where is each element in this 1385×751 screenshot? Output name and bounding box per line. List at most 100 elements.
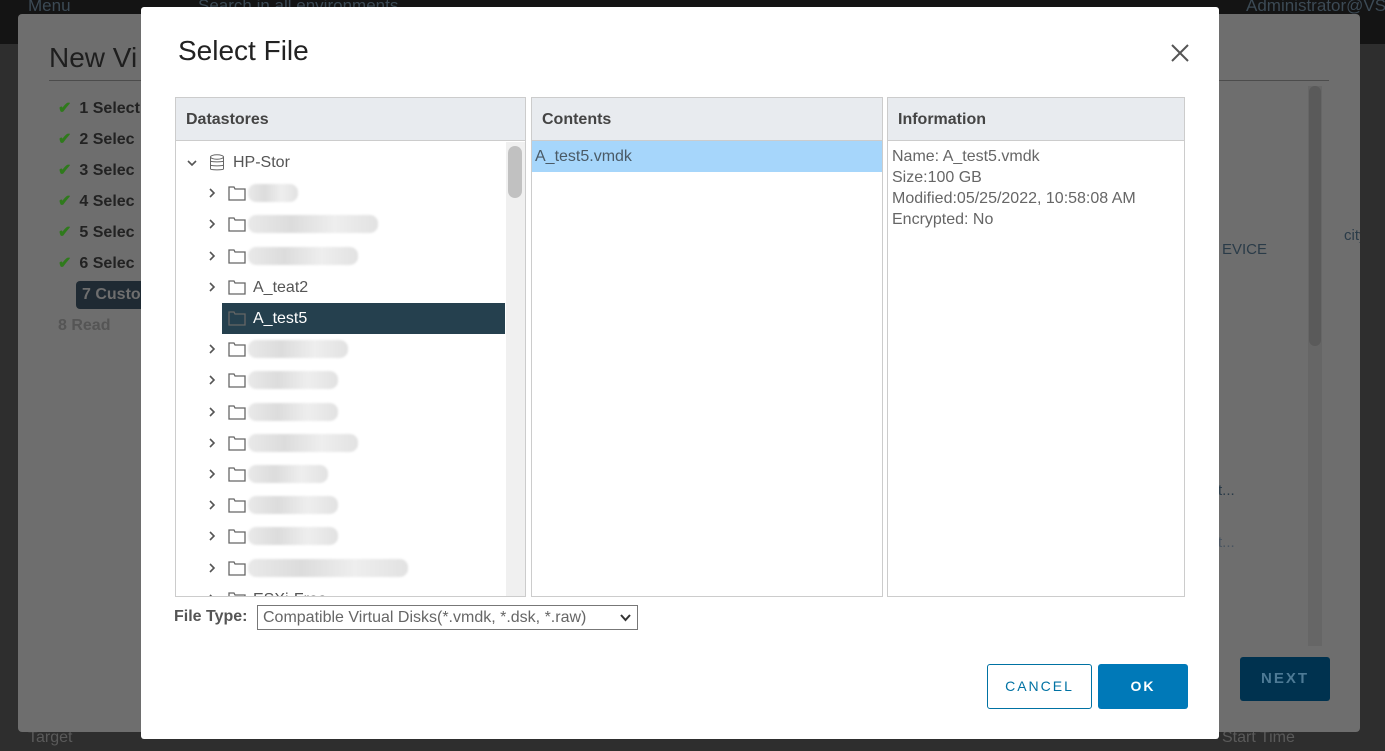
info-modified: Modified:05/25/2022, 10:58:08 AM (892, 190, 1136, 207)
folder-icon (228, 311, 246, 326)
dialog-title: Select File (178, 35, 309, 66)
tree-item-folder[interactable] (209, 241, 505, 272)
wizard-step[interactable]: ✔ 5 Selec (58, 219, 135, 247)
redacted-name (248, 402, 338, 421)
redacted-name (248, 496, 338, 515)
datastore-name: HP-Stor (233, 154, 290, 171)
datastores-scrollbar[interactable] (506, 142, 525, 596)
folder-icon (228, 280, 246, 295)
info-size: Size:100 GB (892, 169, 982, 186)
tree-item-folder[interactable]: A_test5 (222, 303, 505, 334)
step-label: 6 Selec (79, 255, 135, 272)
tree-item-folder[interactable] (209, 334, 505, 365)
wizard-title: New Vi (49, 42, 138, 73)
wizard-step[interactable]: ✔ 6 Selec (58, 250, 135, 278)
chevron-right-icon[interactable] (207, 219, 217, 229)
redacted-name (248, 184, 298, 203)
chevron-right-icon[interactable] (207, 563, 217, 573)
capacity-header: city (1344, 227, 1360, 244)
folder-icon (228, 467, 246, 482)
check-icon: ✔ (58, 131, 72, 148)
add-device-link[interactable]: EVICE (1222, 241, 1267, 258)
folder-icon (228, 342, 246, 357)
folder-icon (228, 560, 246, 576)
wizard-step[interactable]: ✔ 2 Selec (58, 126, 135, 154)
check-icon: ✔ (58, 255, 72, 272)
info-name: Name: A_test5.vmdk (892, 148, 1040, 165)
cancel-button[interactable]: CANCEL (987, 664, 1092, 709)
tree-item-folder[interactable] (209, 365, 505, 396)
information-pane: Information Name: A_test5.vmdk Size:100 … (887, 97, 1185, 597)
truncated-text: t... (1218, 534, 1235, 551)
folder-icon (228, 217, 246, 233)
folder-icon (228, 436, 246, 451)
chevron-right-icon[interactable] (207, 469, 217, 479)
tree-item-folder[interactable] (209, 397, 505, 428)
chevron-right-icon[interactable] (207, 438, 217, 448)
contents-header: Contents (532, 98, 882, 141)
tree-item-folder[interactable] (209, 178, 505, 209)
check-icon: ✔ (58, 224, 72, 241)
chevron-right-icon[interactable] (207, 282, 217, 292)
step-label: 1 Select (79, 100, 140, 117)
tree-item-root[interactable]: HP-Stor (176, 147, 506, 178)
datastores-pane: Datastores HP-Stor A_teat2 A_test5 ESXi-Fre… (175, 97, 526, 597)
file-item[interactable]: A_test5.vmdk (532, 141, 882, 172)
chevron-right-icon[interactable] (207, 375, 217, 385)
wizard-step[interactable]: ✔ 3 Selec (58, 157, 135, 185)
step-label: 5 Selec (79, 224, 135, 241)
redacted-name (248, 558, 408, 577)
datastores-header: Datastores (176, 98, 525, 141)
chevron-right-icon[interactable] (207, 594, 217, 597)
file-type-value: Compatible Virtual Disks(*.vmdk, *.dsk, … (263, 609, 587, 626)
file-type-select[interactable]: Compatible Virtual Disks(*.vmdk, *.dsk, … (257, 605, 638, 630)
folder-icon (228, 248, 246, 264)
chevron-right-icon[interactable] (207, 500, 217, 510)
check-icon: ✔ (58, 100, 72, 117)
folder-name: A_teat2 (253, 278, 309, 296)
contents-pane: Contents A_test5.vmdk (531, 97, 883, 597)
step-label: 2 Selec (79, 131, 135, 148)
chevron-right-icon[interactable] (207, 251, 217, 261)
wizard-step[interactable]: ✔ 4 Selec (58, 188, 135, 216)
redacted-name (248, 433, 358, 452)
redacted-name (248, 340, 348, 359)
tree-item-folder[interactable]: A_teat2 (209, 272, 505, 303)
folder-icon (228, 186, 246, 201)
tree-item-folder[interactable] (209, 459, 505, 490)
redacted-name (248, 465, 328, 483)
wizard-scrollbar[interactable] (1308, 86, 1322, 646)
tree-item-folder[interactable] (209, 209, 505, 240)
next-button[interactable]: NEXT (1240, 657, 1330, 701)
check-icon: ✔ (58, 193, 72, 210)
truncated-text: t... (1218, 482, 1235, 499)
chevron-down-icon (620, 614, 631, 622)
wizard-step[interactable]: 8 Read (58, 312, 110, 340)
tree-item-folder[interactable] (209, 553, 505, 584)
close-icon[interactable] (1167, 40, 1193, 66)
check-icon: ✔ (58, 162, 72, 179)
redacted-name (248, 527, 338, 546)
chevron-right-icon[interactable] (207, 344, 217, 354)
tree-item-folder[interactable] (209, 490, 505, 521)
chevron-down-icon[interactable] (187, 158, 197, 168)
tree-item-folder[interactable] (209, 521, 505, 552)
folder-name: ESXi-Free (253, 584, 327, 596)
redacted-name (248, 246, 358, 265)
wizard-step[interactable]: ✔ 1 Select (58, 95, 140, 123)
folder-icon (228, 592, 246, 596)
ok-button[interactable]: OK (1098, 664, 1188, 709)
tree-item-folder[interactable] (209, 428, 505, 459)
folder-name: A_test5 (253, 310, 308, 327)
step-label: 3 Selec (79, 162, 135, 179)
info-encrypted: Encrypted: No (892, 211, 994, 228)
chevron-right-icon[interactable] (207, 531, 217, 541)
chevron-right-icon[interactable] (207, 407, 217, 417)
chevron-right-icon[interactable] (207, 188, 217, 198)
redacted-name (248, 215, 378, 234)
file-type-label: File Type: (174, 608, 248, 625)
folder-icon (228, 498, 246, 513)
folder-icon (228, 373, 246, 389)
step-label: 4 Selec (79, 193, 135, 210)
tree-item-folder[interactable]: ESXi-Free (209, 584, 505, 596)
